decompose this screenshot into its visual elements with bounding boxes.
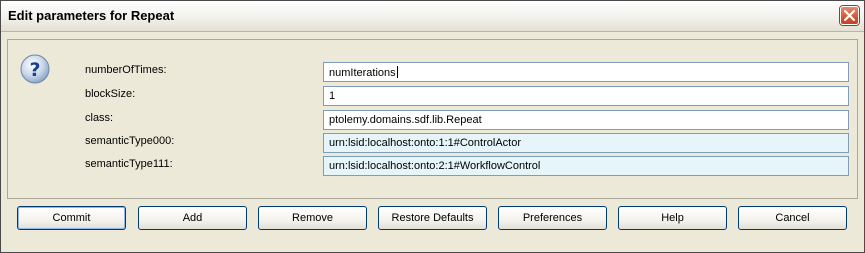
window-title: Edit parameters for Repeat — [8, 8, 175, 23]
semantictype000-field[interactable]: urn:lsid:localhost:onto:1:1#ControlActor — [323, 133, 849, 153]
question-icon: ? — [20, 54, 50, 84]
semantictype111-field[interactable]: urn:lsid:localhost:onto:2:1#WorkflowCont… — [323, 156, 849, 176]
label-numberoftimes: numberOfTimes: — [85, 64, 167, 76]
cancel-button[interactable]: Cancel — [738, 206, 847, 230]
close-icon — [844, 10, 855, 21]
numberoftimes-value: numIterations — [329, 67, 396, 79]
preferences-button[interactable]: Preferences — [498, 206, 607, 230]
title-bar[interactable]: Edit parameters for Repeat — [1, 1, 864, 32]
label-class: class: — [85, 112, 114, 124]
class-value: ptolemy.domains.sdf.lib.Repeat — [329, 114, 482, 126]
add-button[interactable]: Add — [138, 206, 247, 230]
label-blocksize: blockSize: — [85, 88, 136, 100]
dialog-window: Edit parameters for Repeat ? numberOfTim… — [0, 0, 865, 253]
close-button[interactable] — [840, 6, 859, 25]
commit-button[interactable]: Commit — [17, 206, 126, 230]
semantictype000-value: urn:lsid:localhost:onto:1:1#ControlActor — [329, 137, 521, 149]
semantictype111-value: urn:lsid:localhost:onto:2:1#WorkflowCont… — [329, 160, 541, 172]
label-semantictype111: semanticType111: — [85, 158, 173, 170]
restore-defaults-button[interactable]: Restore Defaults — [378, 206, 487, 230]
class-field[interactable]: ptolemy.domains.sdf.lib.Repeat — [323, 110, 849, 130]
svg-text:?: ? — [29, 59, 40, 81]
label-semantictype000: semanticType000: — [85, 135, 175, 147]
remove-button[interactable]: Remove — [258, 206, 367, 230]
blocksize-value: 1 — [329, 90, 336, 102]
help-button[interactable]: Help — [618, 206, 727, 230]
blocksize-field[interactable]: 1 — [323, 86, 849, 106]
text-caret — [396, 66, 398, 78]
numberoftimes-field[interactable]: numIterations — [323, 62, 849, 82]
